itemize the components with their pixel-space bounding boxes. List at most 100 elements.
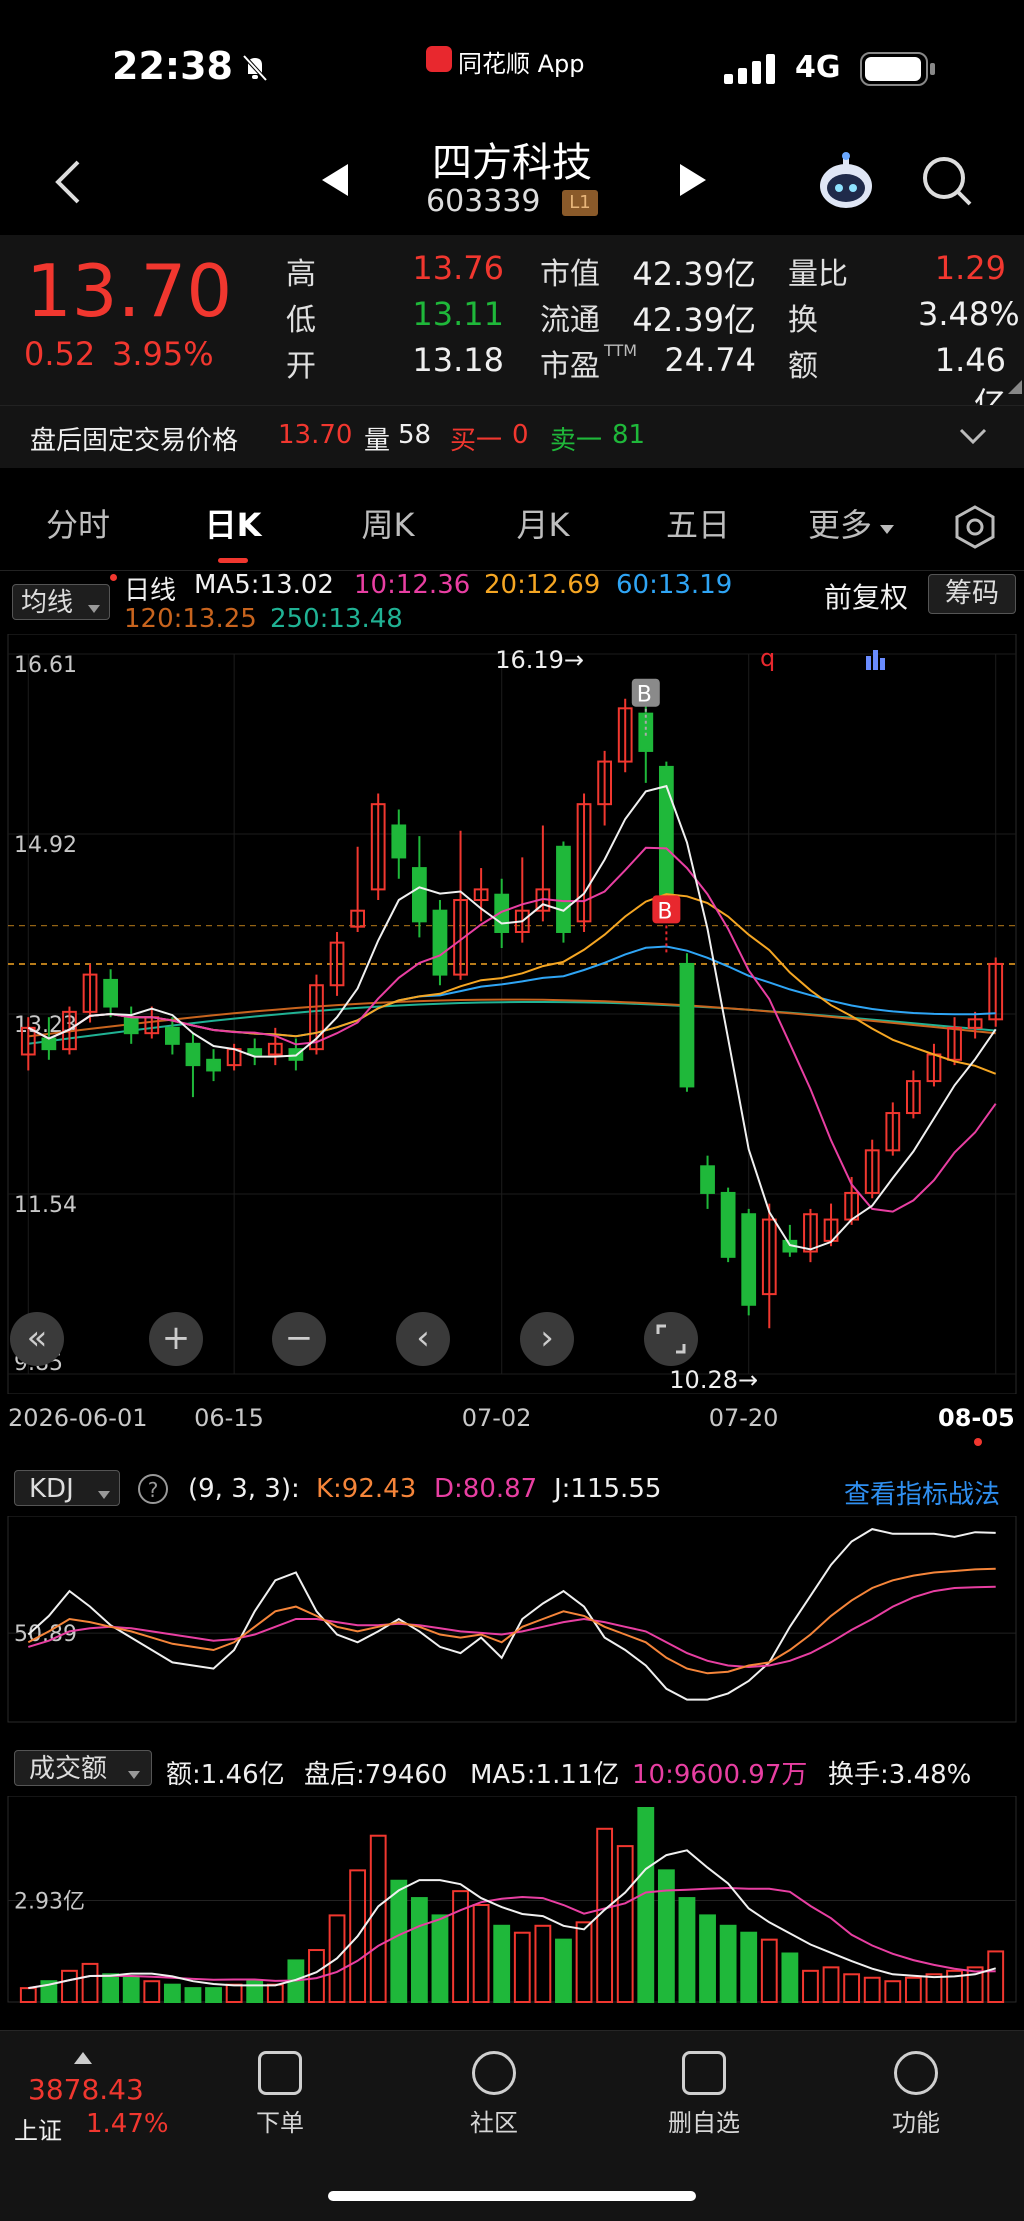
home-indicator [328,2191,696,2201]
amount-bar [802,1969,819,2003]
candle-body [679,962,695,1088]
ma-selector-label: 均线 [21,588,74,618]
kdj-params: (9, 3, 3): [188,1474,300,1504]
amount-bar [822,1966,840,2004]
network-type: 4G [795,50,841,85]
functions-button[interactable]: 功能 [856,2051,976,2138]
amount-ma10-line [28,1886,996,1990]
y-axis-label: 16.61 [14,653,77,678]
tab-intraday[interactable]: 分时 [20,480,136,570]
bar [873,650,878,670]
x-axis-label: 06-15 [194,1404,264,1432]
scroll-right-button[interactable]: › [520,1312,574,1366]
stat-label: 低 [286,303,316,338]
stat-value: 42.39亿 [632,301,756,339]
up-triangle-icon [74,2049,92,2064]
after-hours-amount: 盘后:79460 [304,1760,448,1790]
amount-bar [534,1924,552,2004]
community-button[interactable]: 社区 [434,2051,554,2138]
ma20-value: 20:12.69 [484,570,601,600]
order-button[interactable]: 下单 [220,2051,340,2138]
help-circle-icon[interactable]: ? [138,1474,168,1504]
back-chevron-icon[interactable] [48,154,88,210]
amount-bar [760,1938,778,2003]
candle-body [185,1042,201,1067]
settings-hexagon-icon[interactable] [952,504,998,550]
tab-monthly-k[interactable]: 月K [485,480,601,570]
active-tab-indicator [218,558,248,563]
zoom-out-button[interactable]: − [272,1312,326,1366]
index-name: 上证 [14,2117,62,2145]
after-hours-vol: 58 [398,420,432,450]
chip-distribution-button[interactable]: 筹码 [928,574,1016,614]
amount-bar [863,1976,881,2003]
tab-daily-k[interactable]: 日K [175,480,291,570]
robot-assistant-icon[interactable] [814,150,878,214]
buy1-value: 0 [512,420,529,450]
remove-watchlist-button[interactable]: 删自选 [644,2051,764,2138]
index-ticker[interactable]: 3878.43 上证 1.47% [12,2045,192,2155]
tab-five-day[interactable]: 五日 [640,480,756,570]
stock-name: 四方科技 [432,140,592,186]
amount-bar [781,1952,799,2003]
amount-chart[interactable]: 2.93亿 [0,1796,1024,2006]
dropdown-triangle-icon [128,1764,140,1779]
bar [866,656,871,670]
fullscreen-button[interactable] [644,1312,698,1366]
chevron-down-icon[interactable] [958,424,988,448]
zoom-in-button[interactable]: + [149,1312,203,1366]
rewind-button[interactable]: « [10,1312,64,1366]
kdj-selector-label: KDJ [29,1474,74,1504]
candlestick-chart[interactable]: 16.6114.9213.2311.549.8516.19→10.28→BBq [0,634,1024,1394]
stat-value: 42.39亿 [632,255,756,293]
after-hours-price: 13.70 [278,420,353,450]
prev-stock-arrow-icon[interactable] [318,160,352,200]
amount-bar [81,1962,99,2003]
last-price: 13.70 [26,249,233,333]
ma5-value: MA5:13.02 [194,570,334,600]
amount-bar [719,1924,737,2004]
functions-label: 功能 [892,2109,940,2137]
amount-bar [184,1987,202,2003]
adjust-mode-button[interactable]: 前复权 [824,576,908,616]
amount-bar [616,1845,634,2003]
sell1-label: 卖一 [550,426,603,456]
amount-value: 额:1.46亿 [166,1760,285,1790]
indicator-strategy-link[interactable]: 查看指标战法 [844,1474,1000,1511]
amount-bar [19,1987,37,2003]
scroll-left-button[interactable]: ‹ [396,1312,450,1366]
y-axis-label: 14.92 [14,833,77,858]
kdj-j-line [27,1528,996,1701]
candle-body [103,978,119,1008]
index-value: 3878.43 [28,2073,144,2106]
tab-weekly-k[interactable]: 周K [330,480,446,570]
stock-code: 603339 [426,184,541,219]
after-hours-row[interactable]: 盘后固定交易价格 13.70 量 58 买一 0 卖一 81 [0,405,1024,468]
kdj-d-line [28,1585,996,1669]
remove-watchlist-label: 删自选 [668,2109,740,2137]
amount-bar [102,1973,120,2004]
app-label: 同花顺 App [458,50,585,78]
amount-bar [678,1897,696,2003]
candle-body [123,1016,139,1035]
kdj-chart[interactable]: 50.89 [0,1516,1024,1726]
kdj-k-line [27,1567,996,1675]
after-hours-label: 盘后固定交易价格 [30,426,239,456]
nav-header: 四方科技 603339 L1 [0,130,1024,235]
stat-label: 开 [286,349,316,384]
amount-bar [555,1938,572,2003]
tab-more[interactable]: 更多 [795,480,885,570]
stat-label: 市值 [540,257,600,292]
buy-marker: B [657,899,672,924]
search-icon[interactable] [920,154,974,208]
amount-bar [987,1950,1005,2004]
amount-bar [740,1931,758,2003]
x-axis-label: 07-20 [708,1404,779,1432]
next-stock-arrow-icon[interactable] [676,160,710,200]
amount-bar [205,1987,222,2003]
amount-bar [246,1980,264,2003]
amount-bar [637,1807,655,2003]
candle-body [556,845,571,933]
double-chevron-left-icon: « [26,1318,48,1358]
star-badge-icon [472,2051,516,2095]
